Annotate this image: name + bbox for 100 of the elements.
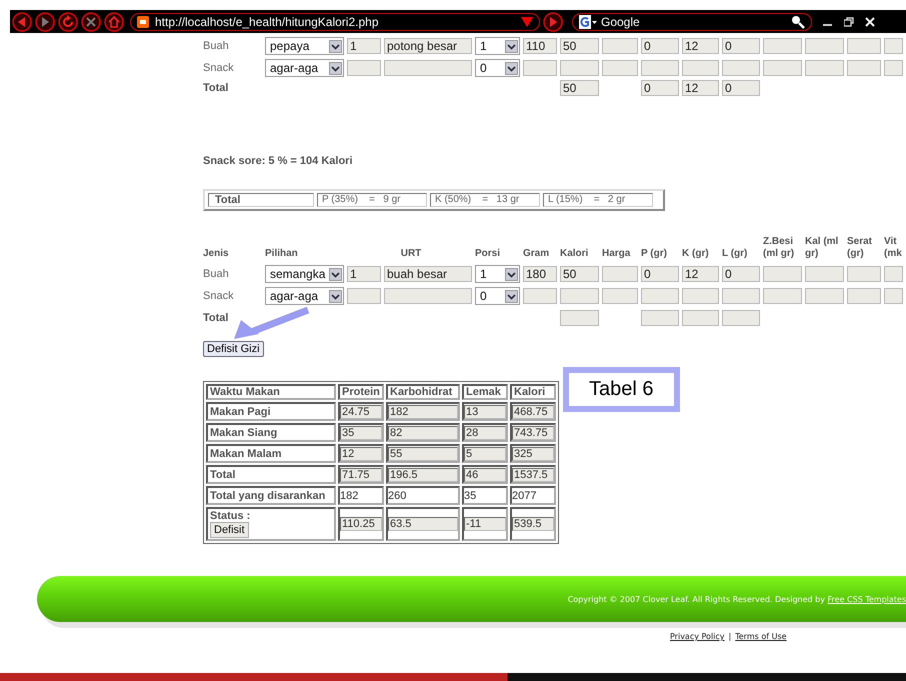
input-field[interactable]: 0 — [722, 38, 760, 54]
input-field[interactable] — [523, 60, 557, 76]
input-field[interactable]: 12 — [682, 266, 719, 282]
stop-icon[interactable] — [81, 12, 101, 32]
input-field[interactable] — [602, 266, 638, 282]
input-field[interactable] — [847, 38, 881, 54]
column-header: Lemak — [462, 384, 508, 400]
input-field[interactable]: 50 — [560, 80, 599, 96]
input-field[interactable] — [602, 288, 638, 304]
value-field: 539.5 — [512, 517, 554, 531]
go-icon[interactable] — [543, 12, 563, 32]
column-header: Serat (gr) — [847, 236, 874, 261]
forward-icon[interactable] — [35, 12, 55, 32]
input-field[interactable] — [560, 288, 599, 304]
input-field[interactable] — [560, 60, 599, 76]
input-field[interactable] — [682, 288, 719, 304]
dropdown[interactable]: 0 — [475, 287, 520, 305]
input-field[interactable] — [884, 38, 903, 54]
input-field[interactable] — [763, 60, 802, 76]
input-field[interactable]: 0 — [641, 266, 679, 282]
input-field[interactable] — [805, 266, 844, 282]
column-header: Porsi — [475, 248, 502, 261]
input-field[interactable]: potong besar — [384, 38, 472, 54]
section-heading: Snack sore: 5 % = 104 Kalori — [203, 155, 354, 167]
row-label: Total yang disarankan — [210, 490, 326, 502]
input-field[interactable]: 180 — [523, 266, 557, 282]
input-field[interactable] — [641, 288, 679, 304]
input-field[interactable] — [805, 38, 844, 54]
input-field[interactable] — [347, 288, 381, 304]
input-field[interactable]: 1 — [347, 38, 381, 54]
input-field[interactable]: 50 — [560, 266, 599, 282]
defisit-gizi-button[interactable]: Defisit Gizi — [203, 341, 264, 357]
input-field[interactable] — [722, 288, 760, 304]
input-field[interactable] — [641, 310, 679, 326]
input-field[interactable] — [641, 60, 679, 76]
input-field[interactable] — [722, 60, 760, 76]
input-field[interactable] — [602, 38, 638, 54]
footer-link[interactable]: Privacy Policy — [670, 632, 725, 641]
dropdown[interactable]: semangka — [265, 265, 344, 283]
input-field[interactable] — [682, 60, 719, 76]
dropdown[interactable]: 0 — [475, 59, 520, 77]
back-icon[interactable] — [12, 12, 32, 32]
input-field[interactable] — [763, 266, 802, 282]
input-field[interactable]: 50 — [560, 38, 599, 54]
close-icon[interactable] — [865, 16, 875, 26]
input-field[interactable]: 12 — [682, 38, 719, 54]
value-field: 182 — [388, 404, 458, 418]
input-field[interactable] — [682, 310, 719, 326]
input-field[interactable] — [847, 60, 881, 76]
input-field[interactable] — [847, 288, 881, 304]
column-header: Kalori — [560, 248, 590, 261]
input-field[interactable] — [884, 266, 903, 282]
input-field[interactable]: 12 — [682, 80, 719, 96]
home-icon[interactable] — [104, 12, 124, 32]
row-label: Total — [203, 82, 230, 94]
input-field[interactable] — [523, 288, 557, 304]
totals-field: P (35%) = 9 gr — [317, 193, 427, 207]
footer-link[interactable]: Terms of Use — [735, 632, 787, 641]
dropdown[interactable]: agar-aga — [265, 287, 344, 305]
row-label: Total — [203, 312, 230, 324]
dropdown[interactable]: 1 — [475, 37, 520, 55]
value-field: 46 — [464, 468, 506, 482]
column-header: Jenis — [203, 248, 230, 261]
input-field[interactable] — [763, 288, 802, 304]
input-field[interactable] — [560, 310, 599, 326]
input-field[interactable] — [384, 60, 472, 76]
column-header: P (gr) — [641, 248, 668, 261]
input-field[interactable] — [347, 60, 381, 76]
restore-icon[interactable] — [844, 16, 854, 26]
input-field[interactable] — [805, 288, 844, 304]
value-field: 110.25 — [340, 517, 382, 531]
input-field[interactable] — [805, 60, 844, 76]
input-field[interactable]: buah besar — [384, 266, 472, 282]
input-field[interactable] — [722, 310, 760, 326]
value-field: 55 — [388, 446, 458, 460]
input-field[interactable] — [763, 38, 802, 54]
input-field[interactable] — [884, 60, 903, 76]
row-label: Snack — [203, 290, 235, 302]
input-field[interactable] — [602, 60, 638, 76]
input-field[interactable]: 1 — [347, 266, 381, 282]
input-field[interactable] — [384, 288, 472, 304]
input-field[interactable] — [884, 288, 903, 304]
value-field: 35 — [340, 426, 382, 440]
input-field[interactable]: 0 — [641, 80, 679, 96]
input-field[interactable] — [847, 266, 881, 282]
dropdown[interactable]: agar-aga — [265, 59, 344, 77]
input-field[interactable]: 0 — [641, 38, 679, 54]
row-label: Makan Malam — [210, 448, 283, 460]
dropdown[interactable]: pepaya — [265, 37, 344, 55]
totals-field: L (15%) = 2 gr — [543, 193, 653, 207]
address-field[interactable]: http://localhost/e_health/hitungKalori2.php — [130, 12, 540, 30]
input-field[interactable]: 0 — [722, 80, 760, 96]
input-field[interactable]: 110 — [523, 38, 557, 54]
reload-icon[interactable] — [58, 12, 78, 32]
dropdown[interactable]: 1 — [475, 265, 520, 283]
search-field[interactable]: Google — [572, 12, 812, 30]
row-label: Makan Siang — [210, 426, 278, 438]
search-icon[interactable] — [791, 14, 805, 28]
row-label: Status : — [210, 510, 252, 522]
input-field[interactable]: 0 — [722, 266, 760, 282]
